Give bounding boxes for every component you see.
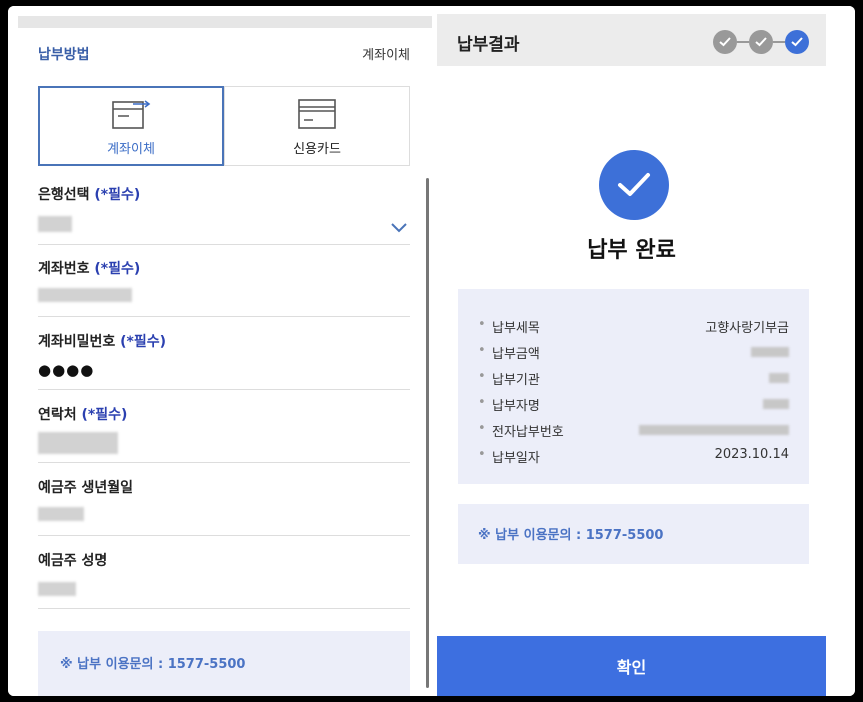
summary-row-date: • 납부일자 2023.10.14 bbox=[478, 447, 789, 469]
holder-birthdate-field[interactable]: 예금주 생년월일 bbox=[38, 477, 410, 536]
payment-method-value: 계좌이체 bbox=[362, 48, 410, 63]
tab-bank-transfer-label: 계좌이체 bbox=[107, 141, 155, 157]
bullet-icon: • bbox=[478, 317, 486, 332]
account-password-value: ●●●● bbox=[38, 361, 95, 379]
payment-form-panel: 납부방법 계좌이체 계좌이체 신용카드 은행선택 (*필수) 계좌번호 (*필수… bbox=[8, 6, 432, 696]
inquiry-notice: ※ 납부 이용문의 : 1577-5500 bbox=[458, 504, 809, 564]
payment-method-tabs: 계좌이체 신용카드 bbox=[38, 86, 410, 168]
holder-birthdate-label: 예금주 생년월일 bbox=[38, 480, 134, 496]
payment-method-row: 납부방법 계좌이체 bbox=[38, 44, 410, 68]
row-label: 납부일자 bbox=[492, 451, 540, 466]
inquiry-notice: ※ 납부 이용문의 : 1577-5500 bbox=[38, 631, 410, 696]
step-connector bbox=[773, 41, 785, 43]
contact-label: 연락처 bbox=[38, 407, 77, 423]
summary-row-payer: • 납부자명 bbox=[478, 395, 789, 417]
scrollbar[interactable] bbox=[426, 178, 429, 688]
field-label: 예금주 생년월일 bbox=[38, 477, 410, 497]
field-label: 예금주 성명 bbox=[38, 550, 410, 570]
row-value-redacted bbox=[763, 399, 789, 409]
payment-method-label: 납부방법 bbox=[38, 47, 90, 63]
bank-select-label: 은행선택 bbox=[38, 187, 90, 203]
row-label: 납부자명 bbox=[492, 399, 540, 414]
completion-title: 납부 완료 bbox=[587, 238, 676, 263]
bullet-icon: • bbox=[478, 395, 486, 410]
holder-birthdate-value bbox=[38, 507, 84, 521]
row-value-redacted bbox=[751, 347, 789, 357]
row-value: 2023.10.14 bbox=[714, 447, 789, 462]
bullet-icon: • bbox=[478, 369, 486, 384]
required-mark: (*필수) bbox=[94, 261, 141, 277]
confirm-button[interactable]: 확인 bbox=[437, 636, 826, 696]
account-number-label: 계좌번호 bbox=[38, 261, 90, 277]
holder-name-value bbox=[38, 582, 76, 596]
summary-row-institution: • 납부기관 bbox=[478, 369, 789, 391]
bank-transfer-icon bbox=[112, 99, 151, 129]
row-label: 납부기관 bbox=[492, 373, 540, 388]
payment-result-panel: 납부결과 납부 완료 • 납부세목 고향사랑기부금 • 납부금액 • 납부기관 … bbox=[437, 6, 855, 696]
account-number-value bbox=[38, 288, 132, 302]
required-mark: (*필수) bbox=[120, 334, 167, 350]
row-value: 고향사랑기부금 bbox=[705, 321, 789, 336]
bank-select-field[interactable]: 은행선택 (*필수) bbox=[38, 184, 410, 245]
row-label: 전자납부번호 bbox=[492, 425, 564, 440]
row-label: 납부세목 bbox=[492, 321, 540, 336]
tab-bank-transfer[interactable]: 계좌이체 bbox=[38, 86, 224, 166]
row-value-redacted bbox=[639, 425, 789, 435]
result-header: 납부결과 bbox=[437, 14, 826, 66]
field-label: 계좌번호 (*필수) bbox=[38, 258, 410, 278]
bank-select-value bbox=[38, 216, 72, 232]
bullet-icon: • bbox=[478, 447, 486, 462]
row-label: 납부금액 bbox=[492, 347, 540, 362]
required-mark: (*필수) bbox=[94, 187, 141, 203]
tab-credit-card[interactable]: 신용카드 bbox=[224, 86, 410, 166]
payment-summary: • 납부세목 고향사랑기부금 • 납부금액 • 납부기관 • 납부자명 • 전자… bbox=[458, 289, 809, 484]
contact-value bbox=[38, 432, 118, 454]
summary-row-epay-number: • 전자납부번호 bbox=[478, 421, 789, 443]
account-number-field[interactable]: 계좌번호 (*필수) bbox=[38, 258, 410, 317]
step-2-check-icon bbox=[749, 30, 773, 54]
inquiry-notice-text: ※ 납부 이용문의 : 1577-5500 bbox=[478, 528, 664, 543]
holder-name-label: 예금주 성명 bbox=[38, 553, 108, 569]
summary-row-amount: • 납부금액 bbox=[478, 343, 789, 365]
contact-field[interactable]: 연락처 (*필수) bbox=[38, 404, 410, 463]
credit-card-icon bbox=[298, 98, 336, 129]
account-password-field[interactable]: 계좌비밀번호 (*필수) ●●●● bbox=[38, 331, 410, 390]
step-indicator bbox=[713, 30, 813, 56]
chevron-down-icon[interactable] bbox=[390, 222, 408, 234]
field-label: 은행선택 (*필수) bbox=[38, 184, 410, 204]
inquiry-notice-text: ※ 납부 이용문의 : 1577-5500 bbox=[60, 657, 246, 672]
summary-row-tax-item: • 납부세목 고향사랑기부금 bbox=[478, 317, 789, 339]
field-label: 계좌비밀번호 (*필수) bbox=[38, 331, 410, 351]
step-1-check-icon bbox=[713, 30, 737, 54]
row-value-redacted bbox=[769, 373, 789, 383]
page-title: 납부결과 bbox=[457, 35, 520, 55]
screenshot-frame: 납부방법 계좌이체 계좌이체 신용카드 은행선택 (*필수) 계좌번호 (*필수… bbox=[8, 6, 855, 696]
top-bar bbox=[18, 16, 432, 28]
holder-name-field[interactable]: 예금주 성명 bbox=[38, 550, 410, 609]
step-connector bbox=[737, 41, 749, 43]
step-3-check-icon bbox=[785, 30, 809, 54]
account-password-label: 계좌비밀번호 bbox=[38, 334, 116, 350]
bullet-icon: • bbox=[478, 421, 486, 436]
bullet-icon: • bbox=[478, 343, 486, 358]
field-label: 연락처 (*필수) bbox=[38, 404, 410, 424]
success-check-icon bbox=[599, 150, 669, 220]
required-mark: (*필수) bbox=[81, 407, 128, 423]
tab-credit-card-label: 신용카드 bbox=[293, 141, 341, 157]
